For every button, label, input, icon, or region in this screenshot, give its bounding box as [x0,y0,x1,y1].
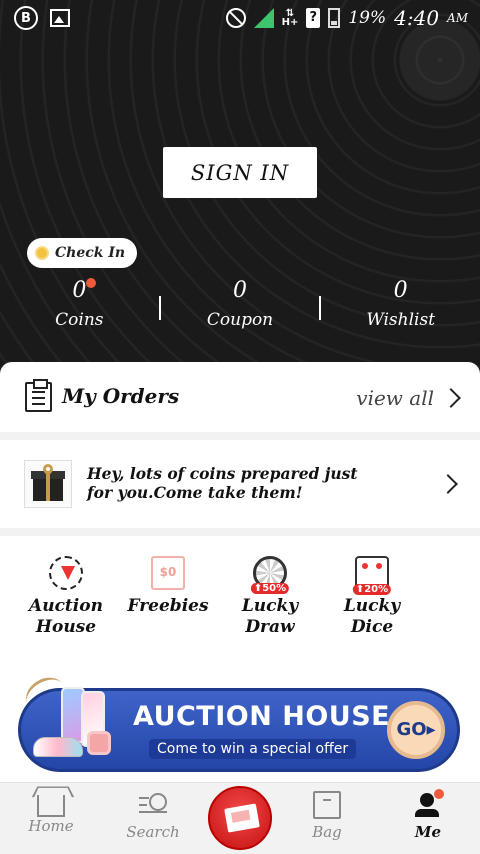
do-not-disturb-icon [225,8,246,28]
view-all-link[interactable]: view all [356,386,461,410]
wishlist-label: Wishlist [366,310,436,330]
signal-icon [253,8,274,28]
products-image [20,671,119,769]
account-stats: 0 Coins 0 Coupon 0 Wishlist [0,276,480,336]
coins-label: Coins [55,310,104,330]
feature-label: Freebies [127,596,209,616]
coins-promo-text: Hey, lots of coins prepared just for you… [87,464,358,502]
check-in-button[interactable]: Check In [27,238,138,268]
banner-title: AUCTION HOUSE [133,701,391,732]
clock-time: 4:40 [394,6,440,30]
feature-label: Auction House [29,596,103,637]
account-header: B ⇅ H+ ? 19% 4:40 AM SIGN IN Check In 0 C… [0,0,480,380]
stat-wishlist[interactable]: 0 Wishlist [321,276,480,336]
coin-icon [35,246,49,260]
network-type-label: H+ [281,17,299,28]
nav-label: Bag [312,823,342,841]
my-orders-title: My Orders [62,384,180,408]
nav-label: Me [414,823,442,841]
go-button[interactable]: GO▸ [387,701,445,759]
nav-bag[interactable]: Bag [279,791,375,841]
freebies-icon: $0 [151,556,185,590]
image-notification-icon [50,9,70,27]
features-section: Auction House $0 Freebies ⬆50% Lucky Dra… [0,536,480,782]
battery-icon [328,8,341,28]
status-bar: B ⇅ H+ ? 19% 4:40 AM [0,0,480,38]
auction-house-icon [49,556,83,590]
clipboard-icon [25,379,52,412]
nav-label: Home [28,817,74,835]
sim-unknown-icon: ? [306,8,321,28]
view-all-label: view all [356,386,434,410]
bag-icon [313,791,341,819]
feature-lucky-dice[interactable]: ⬆20% Lucky Dice [324,556,420,638]
nav-home[interactable]: Home [3,791,99,835]
coupon-label: Coupon [206,310,274,330]
lucky-dice-icon: ⬆20% [352,556,392,595]
red-envelope-button[interactable] [208,786,272,850]
home-icon [37,795,65,817]
search-icon [139,791,167,819]
nav-me[interactable]: Me [380,789,476,841]
sign-in-button[interactable]: SIGN IN [163,147,317,198]
network-type-icon: ⇅ H+ [281,8,299,28]
feature-label: Lucky Dice [343,596,401,637]
b-notification-icon: B [14,6,38,30]
discount-tag: ⬆20% [352,584,392,595]
coins-value: 0 [72,278,87,303]
chevron-right-icon [441,388,461,408]
coupon-value: 0 [233,278,247,303]
feature-auction-house[interactable]: Auction House [18,556,114,638]
chevron-right-icon [438,474,458,494]
me-icon [414,789,444,819]
check-in-label: Check In [55,245,126,261]
banner-subtitle: Come to win a special offer [149,739,357,759]
notification-dot [434,789,444,799]
clock-ampm: AM [447,11,468,25]
coins-promo-row[interactable]: Hey, lots of coins prepared just for you… [0,440,480,528]
auction-house-banner[interactable]: AUCTION HOUSE Come to win a special offe… [18,671,460,772]
nav-search[interactable]: Search [105,791,201,841]
gift-box-icon [24,460,72,508]
red-envelope-icon [224,803,260,833]
stat-coins[interactable]: 0 Coins [0,276,159,336]
battery-percent: 19% [348,8,387,28]
feature-freebies[interactable]: $0 Freebies [120,556,216,617]
wishlist-value: 0 [393,278,408,303]
lucky-draw-wheel-icon: ⬆50% [250,556,290,594]
discount-tag: ⬆50% [250,583,290,594]
feature-label: Lucky Draw [241,596,299,637]
feature-lucky-draw[interactable]: ⬆50% Lucky Draw [222,556,318,638]
notification-dot [86,278,97,288]
stat-coupon[interactable]: 0 Coupon [161,276,320,336]
nav-label: Search [126,823,180,841]
my-orders-row[interactable]: My Orders view all [0,362,480,432]
